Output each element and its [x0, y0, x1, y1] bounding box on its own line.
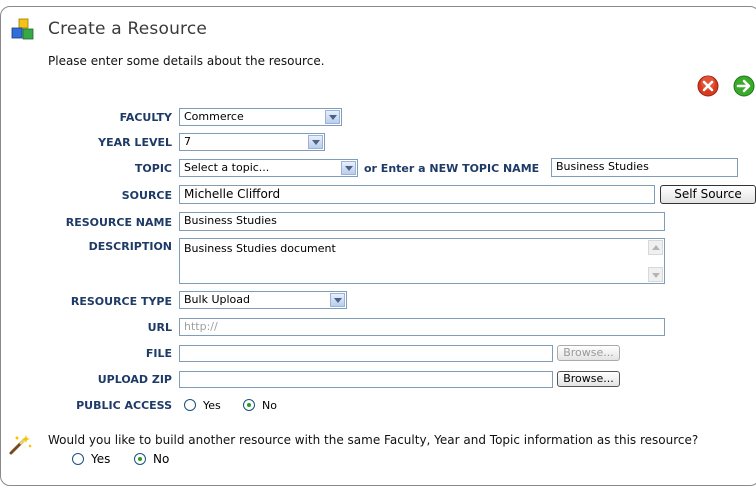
year-level-label: YEAR LEVEL [98, 136, 172, 149]
scroll-down-icon[interactable] [648, 267, 663, 282]
repeat-no-radio[interactable] [134, 453, 146, 465]
description-value: Business Studies document [184, 242, 336, 255]
self-source-button[interactable]: Self Source [660, 185, 756, 204]
file-browse-button[interactable]: Browse... [557, 345, 620, 361]
description-textarea[interactable]: Business Studies document [179, 238, 665, 284]
public-access-yes-radio[interactable] [184, 399, 196, 411]
resource-type-label: RESOURCE TYPE [70, 295, 172, 308]
resource-name-label: RESOURCE NAME [65, 216, 172, 229]
public-access-yes-label: Yes [203, 399, 221, 412]
description-label: DESCRIPTION [88, 240, 172, 253]
new-topic-input[interactable]: Business Studies [551, 158, 738, 177]
file-label: FILE [145, 347, 172, 360]
upload-zip-browse-button[interactable]: Browse... [557, 371, 620, 387]
chevron-down-icon [341, 161, 356, 175]
repeat-yes-radio[interactable] [72, 453, 84, 465]
next-arrow-icon[interactable] [733, 75, 755, 97]
repeat-no-label: No [153, 452, 170, 466]
source-input[interactable]: Michelle Clifford [179, 185, 655, 204]
repeat-question: Would you like to build another resource… [48, 433, 699, 447]
resource-name-input[interactable]: Business Studies [179, 212, 665, 231]
topic-label: TOPIC [134, 162, 172, 175]
magic-wand-icon [9, 435, 32, 455]
topic-value: Select a topic... [184, 161, 270, 174]
resource-type-value: Bulk Upload [184, 293, 250, 306]
cancel-icon[interactable] [697, 75, 719, 97]
file-input[interactable] [179, 345, 553, 362]
intro-text: Please enter some details about the reso… [48, 54, 325, 68]
resource-cubes-icon [11, 18, 34, 40]
chevron-down-icon [308, 135, 323, 149]
scroll-up-icon[interactable] [648, 240, 663, 255]
source-label: SOURCE [121, 189, 172, 202]
upload-zip-label: UPLOAD ZIP [97, 373, 172, 386]
chevron-down-icon [325, 110, 340, 124]
topic-select[interactable]: Select a topic... [179, 159, 358, 177]
description-scrollbar[interactable] [648, 240, 663, 282]
url-input[interactable]: http:// [179, 318, 665, 336]
year-level-value: 7 [184, 135, 191, 148]
faculty-select[interactable]: Commerce [179, 108, 342, 126]
repeat-yes-label: Yes [91, 452, 111, 466]
url-label: URL [147, 321, 172, 334]
faculty-label: FACULTY [119, 111, 172, 124]
year-level-select[interactable]: 7 [179, 133, 325, 151]
upload-zip-input[interactable] [179, 371, 553, 388]
public-access-no-label: No [262, 399, 277, 412]
page-title: Create a Resource [48, 19, 208, 39]
faculty-value: Commerce [184, 110, 244, 123]
new-topic-label: or Enter a NEW TOPIC NAME [364, 162, 540, 175]
resource-type-select[interactable]: Bulk Upload [179, 291, 347, 309]
chevron-down-icon [330, 293, 345, 307]
public-access-label: PUBLIC ACCESS [76, 399, 172, 412]
public-access-no-radio[interactable] [243, 399, 255, 411]
